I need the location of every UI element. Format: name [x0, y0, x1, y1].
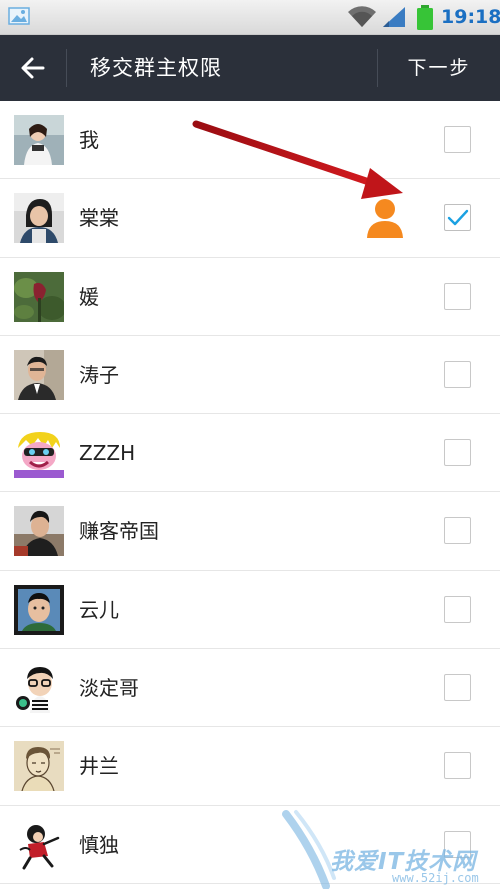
avatar — [14, 193, 64, 244]
member-name: 淡定哥 — [79, 676, 139, 701]
member-name: 媛 — [79, 284, 99, 309]
avatar — [14, 819, 64, 870]
gallery-icon — [8, 7, 30, 25]
status-bar: 19:18 — [0, 0, 500, 35]
title-bar: 移交群主权限 下一步 — [0, 35, 500, 101]
member-name: 井兰 — [79, 754, 119, 779]
list-item[interactable]: 淡定哥 — [0, 649, 500, 728]
list-item[interactable]: 涛子 — [0, 336, 500, 415]
member-list: 我 棠棠 媛 涛子 ZZZH 赚客帝国 云儿 淡定哥 井兰 慎独 — [0, 101, 500, 884]
avatar — [14, 115, 64, 165]
list-item[interactable]: 慎独 — [0, 806, 500, 884]
signal-icon — [383, 7, 405, 27]
arrow-left-icon — [21, 57, 45, 79]
select-checkbox[interactable] — [444, 204, 471, 232]
member-name: ZZZH — [79, 441, 136, 466]
list-item[interactable]: 赚客帝国 — [0, 492, 500, 571]
avatar — [14, 741, 64, 792]
avatar — [14, 271, 64, 322]
list-item[interactable]: 我 — [0, 101, 500, 180]
status-time: 19:18 — [441, 6, 500, 28]
avatar — [14, 349, 64, 400]
avatar — [14, 584, 64, 635]
list-item[interactable]: 棠棠 — [0, 179, 500, 258]
checkmark-icon — [447, 210, 469, 226]
avatar — [14, 506, 64, 557]
select-checkbox[interactable] — [444, 282, 471, 310]
member-name: 我 — [79, 128, 99, 152]
select-checkbox[interactable] — [444, 360, 471, 388]
list-item[interactable]: ZZZH — [0, 414, 500, 493]
list-item[interactable]: 媛 — [0, 258, 500, 336]
wifi-icon — [348, 6, 376, 27]
select-checkbox[interactable] — [444, 830, 471, 858]
next-step-button[interactable]: 下一步 — [378, 35, 500, 101]
select-checkbox[interactable] — [444, 439, 471, 467]
avatar — [14, 663, 64, 714]
member-name: 慎独 — [79, 832, 119, 857]
list-item[interactable]: 井兰 — [0, 727, 500, 806]
avatar — [14, 428, 64, 479]
member-name: 棠棠 — [79, 206, 119, 231]
member-name: 涛子 — [79, 362, 119, 387]
list-item[interactable]: 云儿 — [0, 571, 500, 650]
select-checkbox[interactable] — [444, 126, 471, 153]
battery-icon — [417, 5, 433, 30]
person-owner-icon — [367, 199, 403, 239]
select-checkbox[interactable] — [444, 595, 471, 623]
select-checkbox[interactable] — [444, 517, 471, 545]
back-button[interactable] — [0, 35, 66, 101]
select-checkbox[interactable] — [444, 674, 471, 702]
title-divider — [66, 49, 67, 87]
page-title: 移交群主权限 — [90, 56, 222, 80]
select-checkbox[interactable] — [444, 752, 471, 780]
member-name: 赚客帝国 — [79, 519, 159, 544]
member-name: 云儿 — [79, 597, 119, 622]
